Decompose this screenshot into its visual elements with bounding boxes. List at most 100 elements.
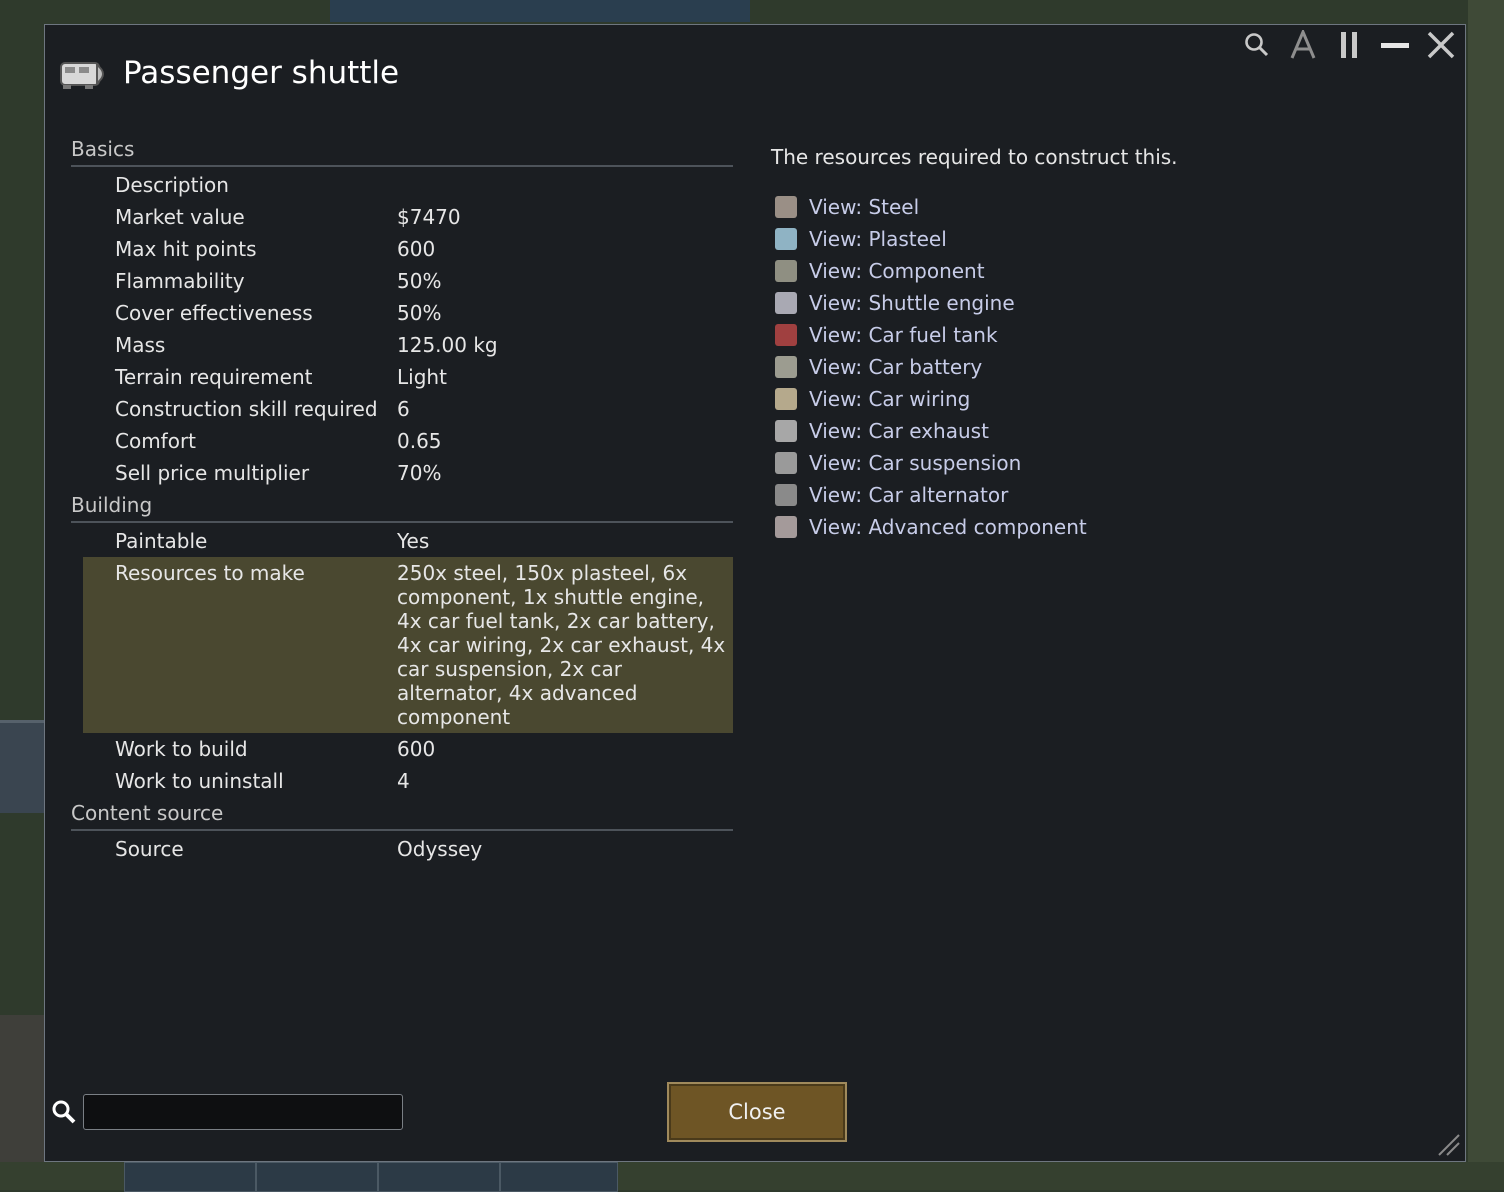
hyperlink-label: View: Steel [809,195,920,219]
hyperlink-component[interactable]: View: Component [771,255,1371,287]
advanced-component-icon [775,516,797,538]
stat-value [397,173,733,197]
stat-value: 50% [397,301,442,325]
hyperlink-shuttle-engine[interactable]: View: Shuttle engine [771,287,1371,319]
stat-value: 250x steel, 150x plasteel, 6x component,… [397,561,726,729]
stat-value: 50% [397,269,442,293]
stat-row[interactable]: Work to build 600 [71,733,733,765]
hyperlink-wiring[interactable]: View: Car wiring [771,383,1371,415]
stat-label: Work to uninstall [115,769,284,793]
stat-row[interactable]: Description [71,169,733,201]
stat-row[interactable]: Work to uninstall 4 [71,765,733,797]
plasteel-icon [775,228,797,250]
search-input[interactable] [83,1094,403,1130]
stat-row[interactable]: Max hit points 600 [71,233,733,265]
stat-value: Yes [397,529,430,553]
battery-icon [775,356,797,378]
toolbar-slot[interactable] [500,1162,618,1192]
hyperlink-alternator[interactable]: View: Car alternator [771,479,1371,511]
stat-label: Market value [115,205,245,229]
stat-value: 6 [397,397,410,421]
hyperlink-fuel-tank[interactable]: View: Car fuel tank [771,319,1371,351]
hyperlink-advanced-component[interactable]: View: Advanced component [771,511,1371,543]
toolbar-slot[interactable] [256,1162,378,1192]
stat-value: Light [397,365,447,389]
background-terrain [1468,0,1504,1190]
stat-label: Mass [115,333,166,357]
close-button[interactable]: Close [667,1082,847,1142]
window-controls [1241,29,1457,61]
hyperlink-plasteel[interactable]: View: Plasteel [771,223,1371,255]
shuttle-engine-icon [775,292,797,314]
fuel-tank-icon [775,324,797,346]
stat-row[interactable]: Paintable Yes [71,525,733,557]
stat-value: 600 [397,237,436,261]
hyperlink-label: View: Shuttle engine [809,291,1015,315]
hyperlink-label: View: Advanced component [809,515,1087,539]
stat-value: 125.00 kg [397,333,498,357]
hyperlink-label: View: Component [809,259,985,283]
hyperlink-list: View: Steel View: Plasteel View: Component… [771,191,1371,543]
background-wall [0,720,44,813]
component-icon [775,260,797,282]
search-icon [52,1100,76,1124]
stat-row[interactable]: Source Odyssey [71,833,733,865]
toolbar-slot[interactable] [378,1162,500,1192]
stat-row[interactable]: Mass 125.00 kg [71,329,733,361]
stat-label: Flammability [115,269,245,293]
stat-label: Description [115,173,229,197]
stat-row[interactable]: Cover effectiveness 50% [71,297,733,329]
stat-label: Paintable [115,529,208,553]
stat-label: Source [115,837,184,861]
stat-label: Comfort [115,429,197,453]
stat-value: 600 [397,737,436,761]
stat-value: 0.65 [397,429,442,453]
wiring-icon [775,388,797,410]
stat-value: 70% [397,461,442,485]
stats-panel: Basics Description Market value $7470 Max hi… [71,133,733,865]
stat-row[interactable]: Sell price multiplier 70% [71,457,733,489]
detail-panel: The resources required to construct this… [771,145,1371,543]
stat-label: Sell price multiplier [115,461,310,485]
stat-row[interactable]: Comfort 0.65 [71,425,733,457]
stat-label: Max hit points [115,237,257,261]
stat-label: Terrain requirement [115,365,313,389]
stat-label: Work to build [115,737,248,761]
hyperlink-label: View: Car alternator [809,483,1009,507]
pause-icon[interactable] [1333,29,1365,61]
hyperlink-exhaust[interactable]: View: Car exhaust [771,415,1371,447]
hyperlink-battery[interactable]: View: Car battery [771,351,1371,383]
search-icon[interactable] [1241,29,1273,61]
stat-row[interactable]: Flammability 50% [71,265,733,297]
font-a-icon[interactable] [1287,29,1319,61]
stat-row[interactable]: Terrain requirement Light [71,361,733,393]
stat-value: $7470 [397,205,461,229]
hyperlink-suspension[interactable]: View: Car suspension [771,447,1371,479]
window-title: Passenger shuttle [123,55,400,91]
hyperlink-label: View: Car battery [809,355,983,379]
stat-row[interactable]: Construction skill required 6 [71,393,733,425]
resize-grip-icon[interactable] [1435,1131,1461,1157]
hyperlink-steel[interactable]: View: Steel [771,191,1371,223]
exhaust-icon [775,420,797,442]
hyperlink-label: View: Car suspension [809,451,1022,475]
stat-row[interactable]: Resources to make 250x steel, 150x plaste… [83,557,733,733]
steel-icon [775,196,797,218]
stat-value: Odyssey [397,837,483,861]
stat-row[interactable]: Market value $7470 [71,201,733,233]
alternator-icon [775,484,797,506]
minimize-icon[interactable] [1379,29,1411,61]
toolbar-slot-forbid[interactable] [124,1162,256,1192]
section-header: Building [71,489,733,523]
stat-label: Cover effectiveness [115,301,313,325]
section-header: Basics [71,133,733,167]
shuttle-icon [60,62,104,89]
background-floor [0,1015,44,1165]
info-window: Passenger shuttle Basics Description Marke… [44,24,1466,1162]
hyperlink-label: View: Plasteel [809,227,947,251]
hyperlink-label: View: Car wiring [809,387,971,411]
detail-description: The resources required to construct this… [771,145,1178,169]
stat-label: Construction skill required [115,397,378,421]
background-water [330,0,750,22]
close-icon[interactable] [1425,29,1457,61]
